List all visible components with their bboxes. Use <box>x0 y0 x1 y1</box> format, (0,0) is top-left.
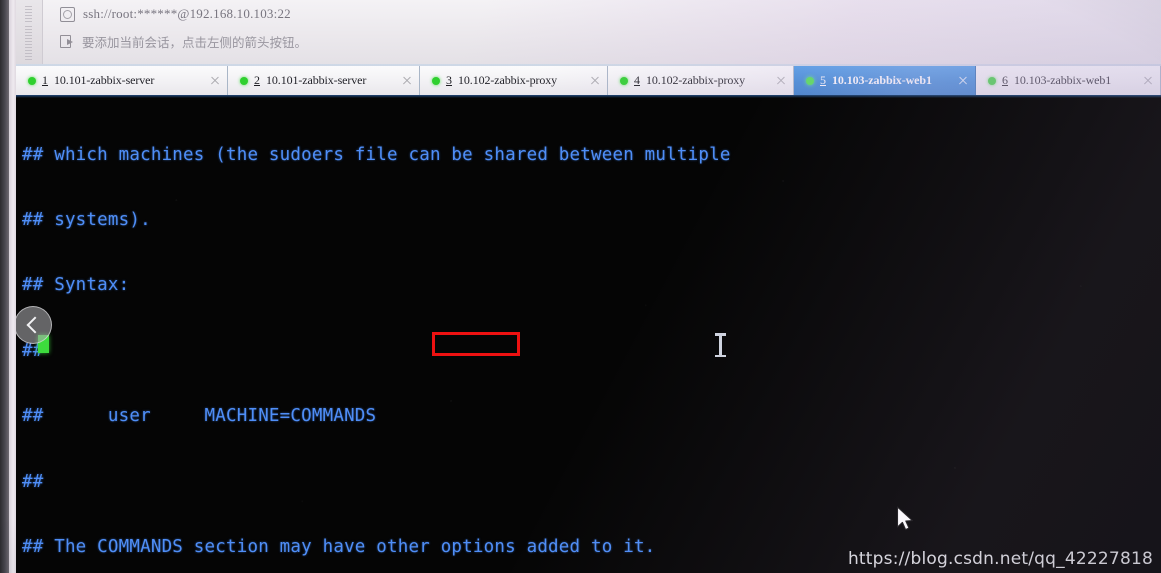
add-session-hint: 要添加当前会话，点击左侧的箭头按钮。 <box>60 30 307 52</box>
close-icon[interactable] <box>589 75 601 87</box>
terminal-line: ## user MACHINE=COMMANDS <box>22 406 1010 428</box>
add-session-hint-text: 要添加当前会话，点击左侧的箭头按钮。 <box>82 35 308 50</box>
tab-3[interactable]: 3 10.102-zabbix-proxy <box>420 66 608 95</box>
tab-label: 10.101-zabbix-server <box>266 73 367 87</box>
tab-5[interactable]: 5 10.103-zabbix-web1 <box>794 66 976 95</box>
terminal-line: ## systems). <box>22 210 1010 232</box>
terminal-line: ## <box>22 472 1010 494</box>
tab-2[interactable]: 2 10.101-zabbix-server <box>228 66 420 95</box>
screen-bezel-outer <box>0 0 9 573</box>
connection-status-icon <box>988 76 996 85</box>
connection-status-icon <box>432 76 440 85</box>
line-text: ## user MACHINE=COMMANDS <box>22 406 377 427</box>
connection-status-icon <box>28 76 36 85</box>
close-icon[interactable] <box>209 75 221 87</box>
i-beam-cursor <box>715 333 726 357</box>
close-icon[interactable] <box>1142 75 1154 87</box>
address-bar[interactable]: ssh://root:******@192.168.10.103:22 <box>60 3 291 25</box>
tab-4[interactable]: 4 10.102-zabbix-proxy <box>608 66 794 95</box>
annotation-rectangle <box>432 332 520 356</box>
chevron-left-icon <box>26 316 43 334</box>
tab-number: 4 <box>634 73 640 87</box>
add-session-icon <box>60 34 74 48</box>
close-icon[interactable] <box>957 75 969 87</box>
tab-6[interactable]: 6 10.103-zabbix-web1 <box>976 66 1161 95</box>
tab-number: 6 <box>1002 73 1008 87</box>
xshell-toolbar: ssh://root:******@192.168.10.103:22 要添加当… <box>16 0 1161 64</box>
connection-status-icon <box>240 76 248 85</box>
arrow-pointer <box>896 506 916 539</box>
terminal-line: ## which machines (the sudoers file can … <box>22 145 1010 167</box>
collapse-sidebar-button[interactable] <box>14 306 52 344</box>
tab-1[interactable]: 1 10.101-zabbix-server <box>16 66 228 95</box>
tab-label: 10.103-zabbix-web1 <box>832 73 932 87</box>
close-icon[interactable] <box>401 75 413 87</box>
tab-number: 1 <box>42 73 48 87</box>
tab-label: 10.102-zabbix-proxy <box>458 73 558 87</box>
line-text: ## systems). <box>22 209 151 230</box>
session-icon <box>60 6 75 22</box>
tab-number: 3 <box>446 73 452 87</box>
tab-label: 10.103-zabbix-web1 <box>1014 73 1112 87</box>
screen-bezel-inner <box>9 0 16 573</box>
close-icon[interactable] <box>775 75 787 87</box>
terminal-line: ## Syntax: <box>22 275 1010 297</box>
session-tab-bar: 1 10.101-zabbix-server 2 10.101-zabbix-s… <box>16 64 1161 95</box>
line-text: ## <box>22 471 44 492</box>
connection-status-icon <box>620 76 628 85</box>
address-bar-value: ssh://root:******@192.168.10.103:22 <box>83 6 291 21</box>
tab-number: 5 <box>820 73 826 87</box>
connection-status-icon <box>806 76 814 85</box>
tab-number: 2 <box>254 73 260 87</box>
tab-label: 10.102-zabbix-proxy <box>646 73 746 87</box>
line-text: ## The COMMANDS section may have other o… <box>22 536 656 557</box>
photographed-screen: ssh://root:******@192.168.10.103:22 要添加当… <box>0 0 1161 573</box>
terminal-output[interactable]: ## which machines (the sudoers file can … <box>16 95 1161 573</box>
line-text: ## which machines (the sudoers file can … <box>22 144 731 165</box>
watermark-text: https://blog.csdn.net/qq_42227818 <box>847 549 1153 569</box>
toolbar-rail <box>16 0 43 64</box>
tab-label: 10.101-zabbix-server <box>54 73 155 87</box>
line-text: ## Syntax: <box>22 275 130 296</box>
